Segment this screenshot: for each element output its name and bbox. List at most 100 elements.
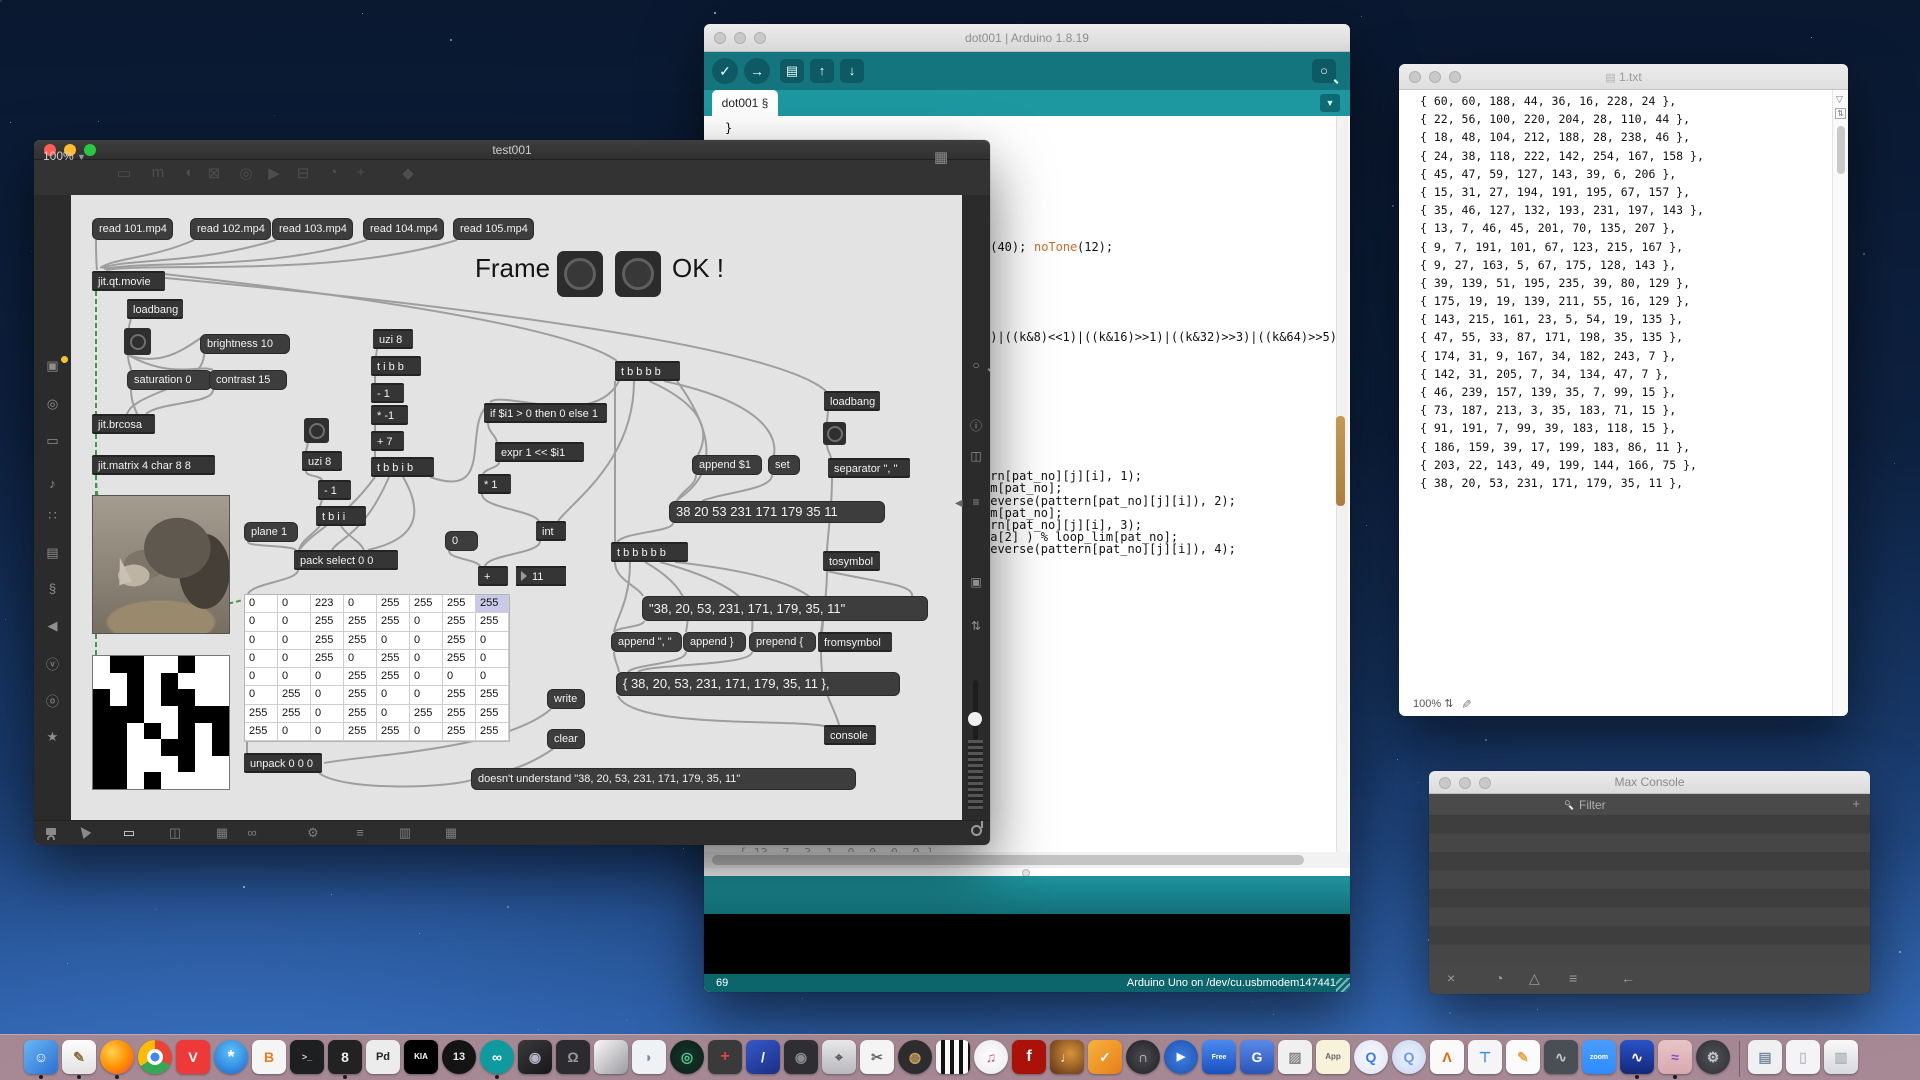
record-icon[interactable]: ◎ bbox=[34, 396, 71, 412]
patch-box[interactable]: unpack 0 0 0 bbox=[244, 753, 322, 773]
warning-icon[interactable]: △ bbox=[1529, 970, 1540, 987]
add-object-icon[interactable]: + bbox=[348, 164, 374, 181]
cellblock-cell[interactable]: 255 bbox=[476, 613, 509, 631]
dock-power-graph-app[interactable]: ≈ bbox=[1658, 1039, 1692, 1079]
cellblock-cell[interactable]: 0 bbox=[278, 632, 311, 650]
patch-box[interactable]: t b b b b b bbox=[611, 542, 688, 562]
patch-box[interactable]: append ", " bbox=[611, 632, 682, 652]
patch-box[interactable] bbox=[124, 328, 151, 355]
patch-box[interactable]: t b i i bbox=[316, 506, 366, 526]
edit-pencil-icon[interactable]: ✎ bbox=[1459, 699, 1473, 709]
cellblock-cell[interactable]: 0 bbox=[311, 668, 344, 686]
cellblock-cell[interactable]: 0 bbox=[278, 650, 311, 668]
text-scrollbar[interactable]: ▽ ⇅ bbox=[1832, 90, 1848, 716]
dock-textedit[interactable]: ✎ bbox=[62, 1039, 96, 1079]
scroll-collapse-icon[interactable]: ▽ bbox=[1836, 94, 1843, 105]
cellblock-cell[interactable]: 0 bbox=[278, 668, 311, 686]
power-icon[interactable] bbox=[971, 823, 982, 841]
cellblock-cell[interactable]: 0 bbox=[311, 686, 344, 704]
patch-box[interactable]: t b b b b bbox=[615, 361, 680, 381]
console-titlebar[interactable]: Max Console bbox=[1429, 771, 1870, 794]
patch-box[interactable]: clear bbox=[547, 729, 585, 749]
dock-thirteen[interactable]: 13 bbox=[442, 1039, 476, 1079]
object-box-icon[interactable]: ▭ bbox=[111, 164, 137, 182]
cellblock-cell[interactable]: 0 bbox=[410, 668, 443, 686]
dock-photos-app[interactable]: ▨ bbox=[1278, 1039, 1312, 1079]
dock-app-pencil[interactable]: App bbox=[1316, 1039, 1350, 1079]
columns-icon[interactable]: ◫ bbox=[962, 449, 990, 463]
patch-box[interactable]: { 38, 20, 53, 231, 171, 179, 35, 11 }, bbox=[616, 672, 900, 696]
matrix-preview-pwindow[interactable] bbox=[92, 655, 230, 790]
cellblock-cell[interactable]: 255 bbox=[311, 613, 344, 631]
cellblock-cell[interactable]: 0 bbox=[278, 723, 311, 741]
console-log-rows[interactable] bbox=[1429, 815, 1870, 963]
cellblock-cell[interactable]: 255 bbox=[311, 632, 344, 650]
cellblock-cell[interactable]: 255 bbox=[245, 705, 278, 723]
patch-box[interactable]: loadbang bbox=[127, 299, 183, 319]
dock-headphones-app[interactable]: ∩ bbox=[1126, 1039, 1160, 1079]
grid-small-icon[interactable]: ▦ bbox=[211, 825, 233, 841]
dock-intel-power-gadget[interactable]: ∿ bbox=[1620, 1039, 1654, 1079]
patch-box[interactable]: loadbang bbox=[824, 391, 880, 411]
patch-box[interactable]: contrast 15 bbox=[209, 370, 287, 390]
patch-box[interactable]: 38 20 53 231 171 179 35 11 bbox=[669, 501, 885, 523]
cellblock-cell[interactable]: 0 bbox=[245, 595, 278, 613]
cellblock-cell[interactable]: 0 bbox=[311, 723, 344, 741]
patch-box[interactable]: saturation 0 bbox=[127, 370, 212, 390]
upload-button[interactable]: → bbox=[744, 58, 770, 84]
cellblock-cell[interactable]: 255 bbox=[476, 705, 509, 723]
attach-icon[interactable]: § bbox=[34, 581, 71, 596]
patch-box[interactable] bbox=[557, 251, 603, 297]
cellblock-cell[interactable]: 255 bbox=[476, 686, 509, 704]
cellblock-cell[interactable]: 255 bbox=[344, 632, 377, 650]
patch-box[interactable]: append } bbox=[683, 632, 746, 652]
cellblock-cell[interactable]: 255 bbox=[443, 613, 476, 631]
add-filter-icon[interactable]: + bbox=[1852, 796, 1860, 811]
patch-box[interactable]: read 104.mp4 bbox=[363, 218, 444, 240]
cellblock-cell[interactable]: 255 bbox=[443, 650, 476, 668]
cellblock-cell[interactable]: 255 bbox=[410, 595, 443, 613]
dock-blue-pen-app[interactable]: / bbox=[746, 1039, 780, 1079]
jitter-cube-icon[interactable]: ▣ bbox=[34, 358, 71, 374]
cursor-icon[interactable] bbox=[73, 825, 95, 840]
cellblock-cell[interactable]: 255 bbox=[278, 705, 311, 723]
comment-icon[interactable]: ◖ bbox=[175, 164, 201, 181]
cellblock-cell[interactable]: 255 bbox=[443, 686, 476, 704]
clear-console-icon[interactable]: × bbox=[1447, 970, 1455, 986]
cellblock-cell[interactable]: 0 bbox=[344, 650, 377, 668]
cellblock-cell[interactable]: 255 bbox=[278, 686, 311, 704]
patch-box[interactable]: OK ! bbox=[672, 252, 742, 286]
cellblock-cell[interactable]: 255 bbox=[443, 723, 476, 741]
patch-box[interactable] bbox=[615, 251, 661, 297]
patch-box[interactable]: - 1 bbox=[371, 383, 404, 403]
patch-box[interactable]: read 102.mp4 bbox=[190, 218, 271, 240]
dock-puredata[interactable]: Pd bbox=[366, 1039, 400, 1079]
lock-icon[interactable] bbox=[40, 828, 62, 840]
cellblock-cell[interactable]: 0 bbox=[344, 595, 377, 613]
cellblock-cell[interactable]: 0 bbox=[476, 632, 509, 650]
cellblock-cell[interactable]: 0 bbox=[410, 613, 443, 631]
slider-icon[interactable]: ⊟ bbox=[290, 164, 316, 182]
dock-quicktime[interactable]: Q bbox=[1354, 1039, 1388, 1079]
dock-quicktime7[interactable]: Q bbox=[1392, 1039, 1426, 1079]
dock-radar-app[interactable]: ◎ bbox=[670, 1039, 704, 1079]
dock-b-app[interactable]: B bbox=[252, 1039, 286, 1079]
cellblock-cell[interactable]: 255 bbox=[443, 705, 476, 723]
cellblock-cell[interactable]: 0 bbox=[410, 723, 443, 741]
patch-box[interactable]: t i b b bbox=[371, 356, 421, 376]
dock-robot-app[interactable]: Ω bbox=[556, 1039, 590, 1079]
patch-box[interactable]: console bbox=[824, 725, 876, 745]
dock-wedge-app[interactable] bbox=[594, 1039, 628, 1079]
object-circle-icon[interactable]: ⓞ bbox=[34, 691, 71, 710]
dock-arduino[interactable]: ∞ bbox=[480, 1039, 514, 1079]
patch-box[interactable]: expr 1 << $i1 bbox=[495, 442, 584, 462]
video-icon[interactable]: ⓥ bbox=[34, 654, 71, 673]
list-scroll-icon[interactable]: ≡ bbox=[1569, 970, 1577, 986]
tab-dot001[interactable]: dot001 § bbox=[712, 90, 778, 116]
cellblock-cell[interactable]: 255 bbox=[344, 668, 377, 686]
cellblock-cell[interactable]: 0 bbox=[245, 632, 278, 650]
cellblock-cell[interactable]: 0 bbox=[245, 686, 278, 704]
patch-box[interactable]: uzi 8 bbox=[373, 329, 413, 349]
picture-icon[interactable]: ▤ bbox=[34, 545, 71, 561]
patcher-zoom-knob[interactable] bbox=[968, 712, 982, 726]
